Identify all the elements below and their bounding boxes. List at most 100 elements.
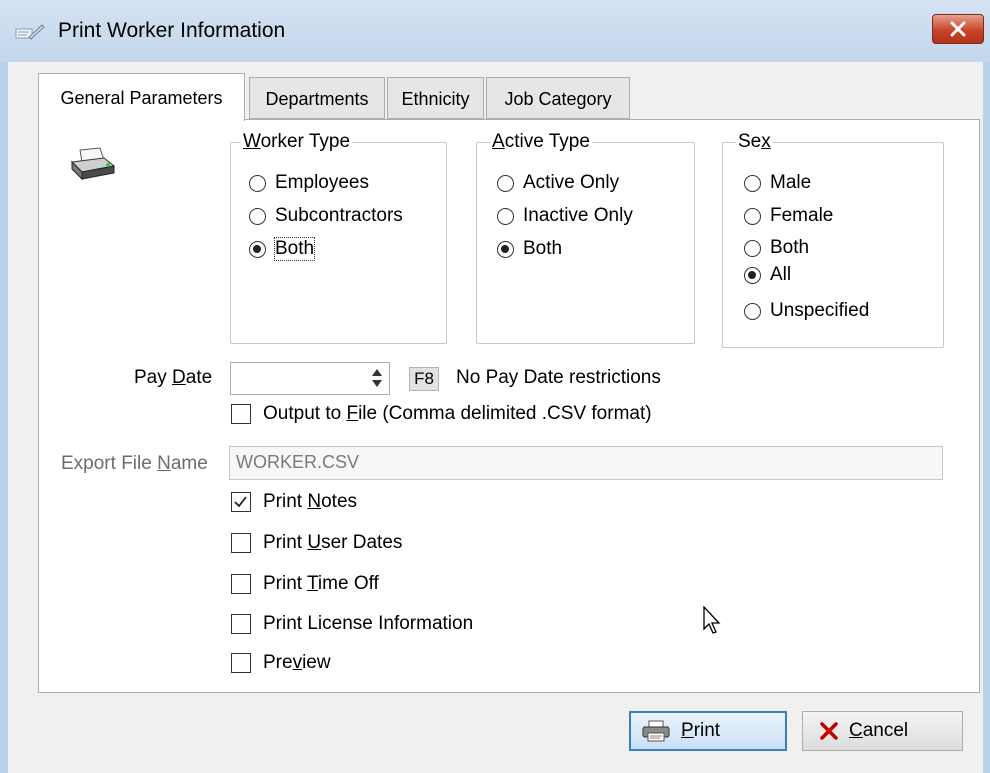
pay-date-note: No Pay Date restrictions — [456, 367, 661, 388]
label-text: Pre — [263, 652, 293, 673]
radio-sex-both[interactable]: Both — [744, 237, 809, 259]
export-file-name-input[interactable]: WORKER.CSV — [229, 446, 943, 480]
radio-indicator — [249, 174, 266, 192]
label-mnemonic: W — [243, 131, 261, 152]
output-to-file-checkbox[interactable]: Output to File (Comma delimited .CSV for… — [231, 403, 652, 425]
radio-label: Unspecified — [770, 300, 870, 321]
radio-indicator — [744, 266, 761, 284]
radio-worker-both[interactable]: Both — [249, 237, 316, 261]
tab-label: Ethnicity — [401, 89, 470, 109]
label-mnemonic: P — [681, 720, 694, 741]
title-bar[interactable]: Print Worker Information — [0, 0, 990, 62]
label-text: Output to — [263, 403, 347, 424]
radio-male[interactable]: Male — [744, 172, 811, 194]
label-text: ime Off — [317, 573, 379, 594]
label-mnemonic: A — [492, 131, 505, 152]
tab-job-category[interactable]: Job Category — [486, 77, 630, 119]
radio-label: Active Only — [523, 172, 620, 193]
radio-active-both[interactable]: Both — [497, 238, 562, 260]
radio-label: Both — [523, 238, 563, 259]
radio-indicator — [744, 239, 761, 257]
print-button[interactable]: Print — [629, 711, 787, 751]
label-mnemonic: D — [172, 367, 186, 388]
checkbox-box — [231, 404, 251, 424]
radio-female[interactable]: Female — [744, 205, 833, 227]
radio-label: Male — [770, 172, 812, 193]
checkbox-label: Print Notes — [263, 491, 357, 513]
radio-all[interactable]: All — [744, 264, 791, 286]
radio-label: Inactive Only — [523, 205, 633, 226]
radio-label: Subcontractors — [275, 205, 403, 226]
cancel-button[interactable]: Cancel — [802, 711, 963, 751]
pay-date-input[interactable] — [230, 362, 390, 395]
checkbox-box — [231, 574, 251, 594]
checkbox-box — [231, 533, 251, 553]
tab-label: Job Category — [504, 89, 612, 109]
button-label: Cancel — [849, 720, 908, 742]
label-text: Se — [738, 131, 762, 152]
checkbox-box — [231, 614, 251, 634]
radio-indicator — [497, 207, 514, 225]
label-text: ser Dates — [321, 532, 403, 553]
tab-label: Departments — [265, 89, 369, 109]
print-user-dates-checkbox[interactable]: Print User Dates — [231, 532, 402, 554]
radio-label: Both — [770, 237, 810, 258]
close-icon — [950, 21, 966, 37]
label-mnemonic: U — [307, 532, 322, 553]
radio-indicator — [744, 302, 761, 320]
sex-label: Sex — [736, 131, 773, 153]
label-text: iew — [302, 652, 331, 673]
radio-indicator — [497, 174, 514, 192]
label-text: Export File — [61, 453, 158, 474]
label-text: ile (Comma delimited .CSV format) — [358, 403, 652, 424]
app-icon — [15, 24, 45, 40]
label-text: orker Type — [260, 131, 351, 152]
radio-inactive-only[interactable]: Inactive Only — [497, 205, 633, 227]
label-text: otes — [321, 491, 358, 512]
tab-ethnicity[interactable]: Ethnicity — [387, 77, 484, 119]
checkbox-label: Output to File (Comma delimited .CSV for… — [263, 403, 652, 425]
window-title: Print Worker Information — [58, 19, 286, 42]
label-mnemonic: x — [761, 131, 771, 152]
checkmark-icon — [234, 496, 247, 508]
label-text: ancel — [862, 720, 909, 741]
label-text: ctive Type — [504, 131, 590, 152]
checkbox-label: Print License Information — [263, 613, 474, 634]
print-license-information-checkbox[interactable]: Print License Information — [231, 613, 473, 635]
label-text: Print — [263, 532, 308, 553]
label-mnemonic: N — [157, 453, 171, 474]
print-time-off-checkbox[interactable]: Print Time Off — [231, 573, 379, 595]
checkbox-box — [231, 653, 251, 673]
label-mnemonic: v — [292, 652, 303, 673]
mouse-cursor-icon — [703, 606, 721, 634]
label-text: Print — [263, 573, 308, 594]
close-button[interactable] — [932, 14, 984, 44]
radio-indicator — [744, 207, 761, 225]
tab-general-parameters[interactable]: General Parameters — [38, 73, 245, 121]
label-mnemonic: C — [849, 720, 863, 741]
label-text: rint — [693, 720, 721, 741]
tab-departments[interactable]: Departments — [249, 77, 385, 119]
f8-button[interactable]: F8 — [409, 367, 439, 391]
print-notes-checkbox[interactable]: Print Notes — [231, 491, 357, 513]
active-type-label: Active Type — [490, 131, 592, 153]
radio-subcontractors[interactable]: Subcontractors — [249, 205, 403, 227]
radio-active-only[interactable]: Active Only — [497, 172, 619, 194]
radio-employees[interactable]: Employees — [249, 172, 369, 194]
label-mnemonic: F — [346, 403, 359, 424]
radio-label: Both — [273, 237, 316, 261]
printer-icon — [642, 720, 670, 742]
checkbox-box — [231, 492, 251, 512]
spin-arrows-icon — [372, 369, 382, 387]
export-file-name-label: Export File Name — [61, 453, 208, 475]
tab-label: General Parameters — [60, 88, 223, 108]
preview-checkbox[interactable]: Preview — [231, 652, 331, 674]
worker-type-label: Worker Type — [241, 131, 353, 153]
pay-date-label: Pay Date — [134, 367, 212, 389]
checkbox-label: Preview — [263, 652, 331, 674]
radio-unspecified[interactable]: Unspecified — [744, 300, 869, 322]
pay-date-spinner[interactable] — [370, 364, 384, 392]
dialog-window: Print Worker Information General Paramet… — [0, 0, 990, 773]
label-text: ate — [185, 367, 213, 388]
label-text: Pay — [134, 367, 173, 388]
